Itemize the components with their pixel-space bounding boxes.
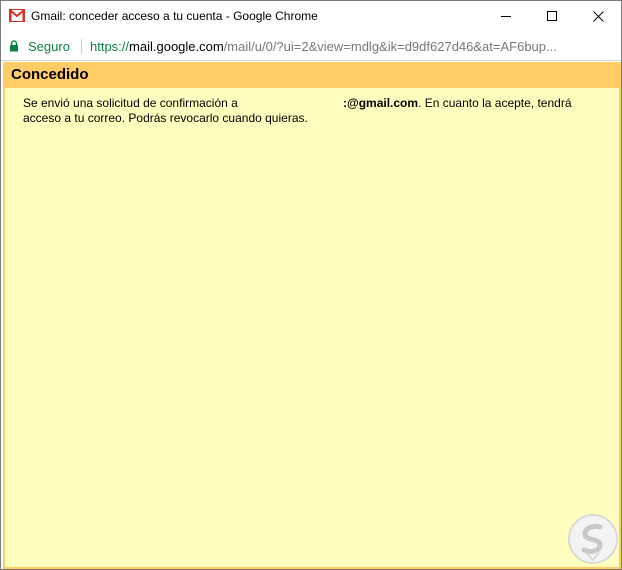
maximize-button[interactable] [529,1,575,32]
window-title: Gmail: conceder acceso a tu cuenta - Goo… [31,9,318,23]
minimize-button[interactable] [483,1,529,32]
email-address: :@gmail.com [343,96,419,110]
lock-icon [10,40,18,52]
close-button[interactable] [575,1,621,32]
title-bar[interactable]: Gmail: conceder acceso a tu cuenta - Goo… [1,1,621,32]
address-bar[interactable]: Seguro https://mail.google.com/mail/u/0/… [1,32,621,61]
address-separator [81,39,82,54]
dialog-content: Concedido Se envió una solicitud de conf… [3,62,621,569]
confirmation-message: Se envió una solicitud de confirmación a… [23,96,603,126]
url-host: mail.google.com [129,39,224,54]
header-bar: Concedido [5,62,619,88]
url-path: /mail/u/0/?ui=2&view=mdlg&ik=d9df627d46&… [223,39,557,54]
url-scheme: https:// [90,39,130,54]
gmail-icon [9,9,25,22]
page-title: Concedido [11,66,89,83]
browser-window: Gmail: conceder acceso a tu cuenta - Goo… [0,0,622,570]
security-label[interactable]: Seguro [28,39,70,54]
close-icon [592,11,604,22]
logo-watermark [568,514,618,564]
message-part-1: Se envió una solicitud de confirmación a [23,96,238,110]
maximize-icon [546,11,557,21]
url-field[interactable]: https://mail.google.com/mail/u/0/?ui=2&v… [90,39,616,54]
minimize-icon [500,16,511,17]
